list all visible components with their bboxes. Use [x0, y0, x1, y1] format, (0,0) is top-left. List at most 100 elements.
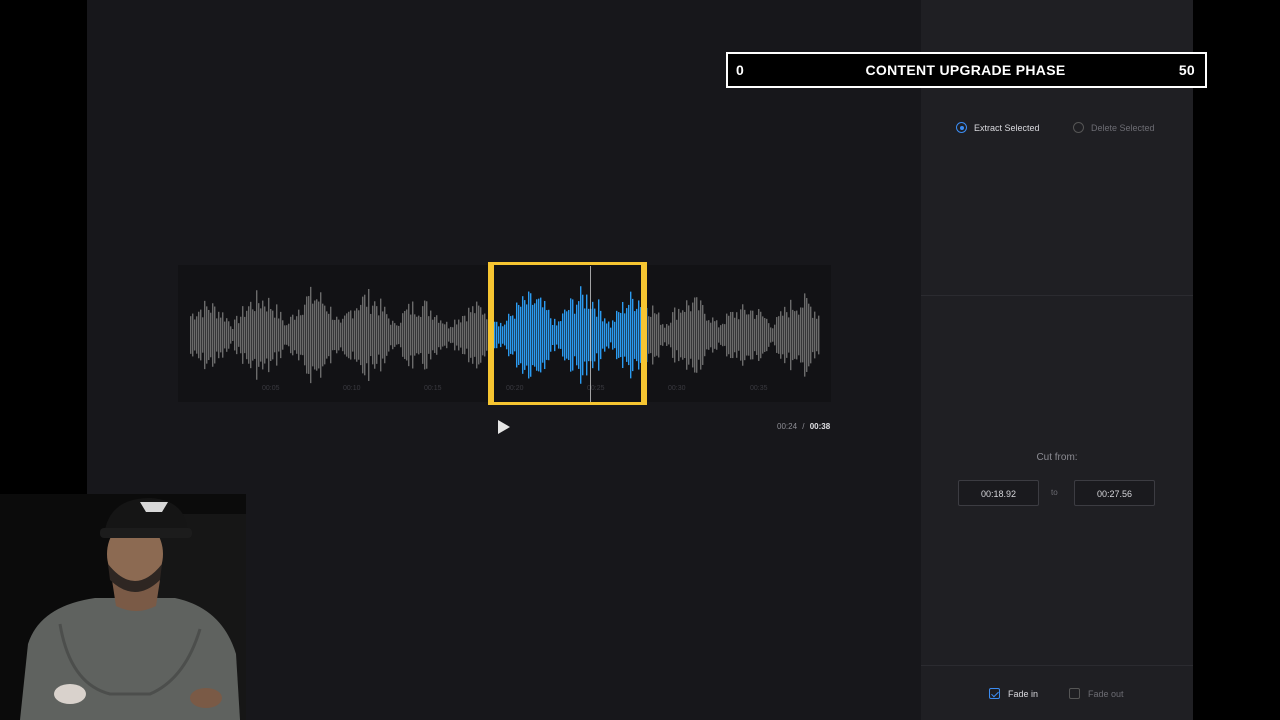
waveform-bar [192, 313, 194, 357]
waveform-bar [804, 293, 806, 377]
waveform-bar [438, 322, 440, 348]
waveform-bar [684, 311, 686, 359]
waveform-bar [664, 327, 666, 343]
banner-title: CONTENT UPGRADE PHASE [865, 62, 1066, 78]
waveform-bar [754, 318, 756, 352]
waveform-bar [246, 310, 248, 360]
presenter-video [0, 494, 246, 720]
waveform-bar [258, 303, 260, 367]
waveform-bar [410, 314, 412, 356]
waveform-bar [740, 309, 742, 361]
waveform-bar [232, 329, 234, 341]
waveform-bar [432, 319, 434, 351]
waveform-bar [800, 307, 802, 363]
fade-in-option[interactable]: Fade in [989, 688, 1038, 699]
waveform-bar [450, 326, 452, 344]
waveform-bar [302, 314, 304, 356]
radio-selected-icon[interactable] [956, 122, 967, 133]
waveform-bar [436, 315, 438, 355]
panel-divider [921, 295, 1193, 296]
waveform-bar [400, 322, 402, 348]
waveform-bar [226, 318, 228, 352]
waveform-bar [408, 303, 410, 367]
waveform-bar [798, 314, 800, 356]
waveform-bar [808, 303, 810, 367]
waveform-bar [710, 322, 712, 348]
waveform-bar [678, 308, 680, 362]
waveform-bar [672, 312, 674, 358]
waveform-bar [238, 323, 240, 347]
waveform-bar [476, 301, 478, 369]
waveform-bar [760, 311, 762, 359]
waveform-bar [722, 323, 724, 347]
waveform-bar [374, 301, 376, 369]
waveform-bar [656, 314, 658, 356]
waveform-bar [220, 317, 222, 353]
waveform-bar [288, 323, 290, 347]
waveform-bar [794, 311, 796, 359]
checkbox-checked-icon[interactable] [989, 688, 1000, 699]
waveform-bar [698, 310, 700, 360]
waveform-bar [660, 324, 662, 346]
radio-unselected-icon[interactable] [1073, 122, 1084, 133]
time-tick: 00:10 [343, 385, 361, 392]
waveform-bar [458, 319, 460, 351]
cut-start-input[interactable]: 00:18.92 [958, 480, 1039, 506]
waveform-bar [814, 311, 816, 359]
total-time: 00:38 [809, 422, 831, 431]
extract-selected-option[interactable]: Extract Selected [956, 122, 1040, 133]
waveform-bar [420, 316, 422, 354]
webcam-overlay [0, 494, 246, 720]
waveform-bar [442, 323, 444, 347]
waveform-bar [674, 307, 676, 363]
waveform-bar [280, 311, 282, 359]
waveform-bar [202, 317, 204, 353]
playhead[interactable] [590, 266, 591, 402]
waveform-bar [728, 315, 730, 355]
delete-selected-option[interactable]: Delete Selected [1073, 122, 1155, 133]
waveform-bar [732, 311, 734, 359]
waveform-bar [444, 324, 446, 346]
waveform-bar [284, 325, 286, 345]
waveform-bar [378, 315, 380, 355]
fade-out-option[interactable]: Fade out [1069, 688, 1124, 699]
waveform-bar [270, 309, 272, 361]
waveform-bar [648, 316, 650, 354]
waveform-bar [250, 301, 252, 369]
waveform-bar [446, 321, 448, 349]
cut-end-input[interactable]: 00:27.56 [1074, 480, 1155, 506]
checkbox-unchecked-icon[interactable] [1069, 688, 1080, 699]
waveform-bar [386, 314, 388, 356]
waveform-bar [756, 315, 758, 355]
current-time: 00:24 [777, 422, 798, 431]
waveform-bar [260, 308, 262, 362]
waveform-bar [286, 325, 288, 345]
waveform-bar [730, 311, 732, 359]
waveform-bar [430, 310, 432, 360]
waveform-bar [266, 311, 268, 359]
waveform-bar [318, 301, 320, 369]
time-tick: 00:35 [750, 385, 768, 392]
waveform-bar [468, 307, 470, 363]
waveform-bar [370, 313, 372, 357]
waveform-bar [314, 300, 316, 370]
waveform-bar [200, 309, 202, 361]
waveform-bar [362, 296, 364, 374]
waveform-bar [766, 318, 768, 352]
waveform-bar [652, 305, 654, 365]
waveform-bar [796, 310, 798, 360]
waveform-bar [466, 321, 468, 349]
waveform-bar [194, 319, 196, 351]
waveform-bar [406, 309, 408, 361]
waveform-bar [694, 297, 696, 373]
waveform-bar [776, 317, 778, 353]
waveform-bar [474, 313, 476, 357]
waveform-bar [418, 315, 420, 355]
waveform-bar [290, 316, 292, 354]
selection-region[interactable] [488, 262, 647, 405]
waveform-bar [784, 306, 786, 364]
waveform-bar [366, 306, 368, 364]
waveform-bar [802, 307, 804, 363]
cut-to-label: to [1051, 488, 1058, 497]
play-icon[interactable] [496, 418, 512, 436]
